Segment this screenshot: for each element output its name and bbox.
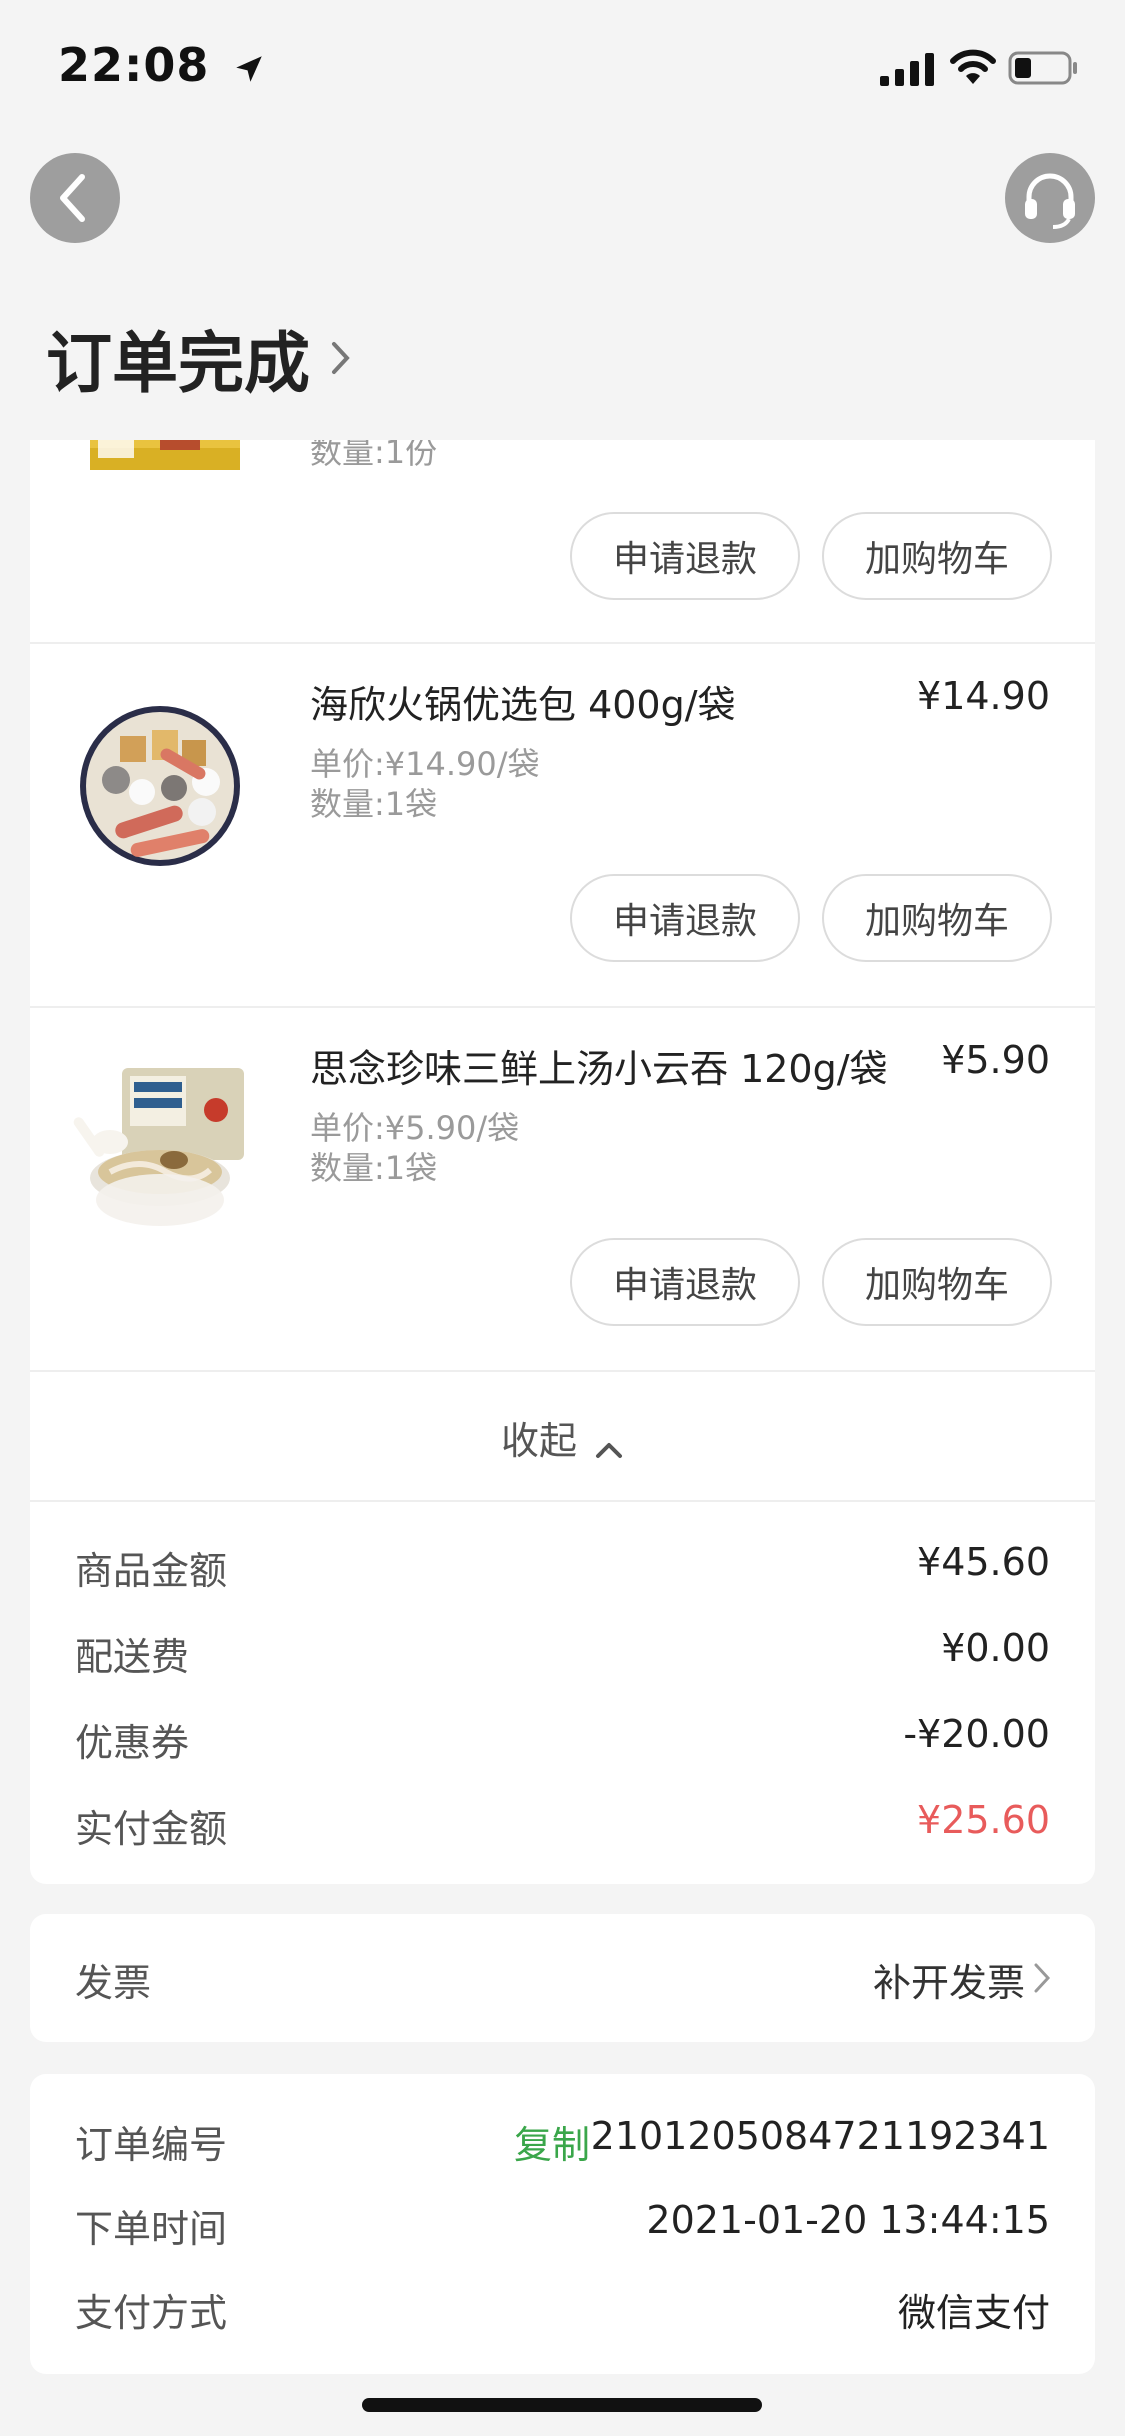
payment-method-row: 支付方式 微信支付 — [75, 2282, 1050, 2338]
product-image — [73, 1068, 244, 1226]
delivery-fee-label: 配送费 — [75, 1635, 190, 1679]
reissue-invoice-link[interactable]: 补开发票 — [873, 1952, 1025, 2007]
coupon-label: 优惠券 — [75, 1721, 190, 1765]
battery-icon — [1008, 51, 1077, 85]
refund-button[interactable]: 申请退款 — [570, 512, 800, 600]
invoice-card[interactable]: 发票 补开发票 — [30, 1914, 1095, 2042]
collapse-label: 收起 — [500, 1419, 577, 1463]
product-price: ¥14.90 — [917, 674, 1050, 718]
product-image — [80, 706, 240, 866]
customer-service-button[interactable] — [1005, 153, 1095, 243]
wifi-icon — [950, 49, 996, 84]
product-price: ¥5.90 — [941, 1038, 1050, 1082]
refund-button[interactable]: 申请退款 — [570, 874, 800, 962]
payment-method-label: 支付方式 — [75, 2291, 228, 2335]
product-item: 数量:1份 申请退款 加购物车 — [30, 440, 1095, 642]
back-button[interactable] — [30, 153, 120, 243]
coupon-row: 优惠券 -¥20.00 — [75, 1712, 1050, 1772]
product-image — [90, 440, 240, 470]
product-quantity: 数量:1份 — [310, 440, 438, 471]
products-card: 数量:1份 申请退款 加购物车 海欣火锅优选包 400g/袋 ¥14.90 单价… — [30, 440, 1095, 1884]
product-unit-price: 单价:¥5.90/袋 — [310, 1109, 520, 1147]
delivery-fee-row: 配送费 ¥0.00 — [75, 1626, 1050, 1686]
order-time-label: 下单时间 — [75, 2207, 228, 2251]
copy-order-number-button[interactable]: 复制 — [514, 2114, 590, 2169]
chevron-right-icon — [332, 342, 350, 374]
product-item: 海欣火锅优选包 400g/袋 ¥14.90 单价:¥14.90/袋 数量:1袋 … — [30, 644, 1095, 1006]
product-unit-price: 单价:¥14.90/袋 — [310, 745, 540, 783]
status-time: 22:08 — [58, 38, 210, 92]
coupon-value: -¥20.00 — [903, 1712, 1050, 1756]
goods-amount-row: 商品金额 ¥45.60 — [75, 1540, 1050, 1600]
chevron-left-icon — [60, 174, 85, 222]
payment-method-value: 微信支付 — [897, 2291, 1050, 2335]
collapse-toggle[interactable]: 收起 — [30, 1372, 1095, 1502]
add-to-cart-button[interactable]: 加购物车 — [822, 1238, 1052, 1326]
product-item: 思念珍味三鲜上汤小云吞 120g/袋 ¥5.90 单价:¥5.90/袋 数量:1… — [30, 1008, 1095, 1370]
delivery-fee-value: ¥0.00 — [941, 1626, 1050, 1670]
paid-amount-label: 实付金额 — [75, 1807, 228, 1851]
paid-amount-value: ¥25.60 — [917, 1798, 1050, 1842]
product-quantity: 数量:1袋 — [310, 1149, 438, 1187]
order-time-value: 2021-01-20 13:44:15 — [646, 2198, 1050, 2242]
product-name: 海欣火锅优选包 400g/袋 — [310, 683, 736, 727]
paid-amount-row: 实付金额 ¥25.60 — [75, 1798, 1050, 1858]
chevron-right-icon — [1034, 1963, 1051, 1993]
order-number-label: 订单编号 — [75, 2123, 228, 2167]
add-to-cart-button[interactable]: 加购物车 — [822, 512, 1052, 600]
page-title: 订单完成 — [46, 325, 310, 402]
divider — [30, 1500, 1095, 1502]
order-number-value: 2101205084721192341 — [590, 2114, 1050, 2158]
order-number-row: 订单编号 复制 2101205084721192341 — [75, 2114, 1050, 2170]
location-arrow-icon — [236, 56, 262, 82]
headset-icon — [1025, 173, 1075, 229]
add-to-cart-button[interactable]: 加购物车 — [822, 874, 1052, 962]
order-status-header[interactable]: 订单完成 — [46, 310, 353, 402]
home-indicator[interactable] — [362, 2398, 762, 2412]
status-bar: 22:08 — [0, 0, 1125, 140]
goods-amount-label: 商品金额 — [75, 1549, 228, 1593]
invoice-label: 发票 — [75, 1961, 152, 2005]
order-time-row: 下单时间 2021-01-20 13:44:15 — [75, 2198, 1050, 2254]
goods-amount-value: ¥45.60 — [917, 1540, 1050, 1584]
order-info-card: 订单编号 复制 2101205084721192341 下单时间 2021-01… — [30, 2074, 1095, 2374]
chevron-up-icon — [596, 1442, 623, 1458]
refund-button[interactable]: 申请退款 — [570, 1238, 800, 1326]
product-quantity: 数量:1袋 — [310, 785, 438, 823]
cellular-signal-icon — [880, 53, 934, 86]
product-name: 思念珍味三鲜上汤小云吞 120g/袋 — [310, 1047, 888, 1091]
